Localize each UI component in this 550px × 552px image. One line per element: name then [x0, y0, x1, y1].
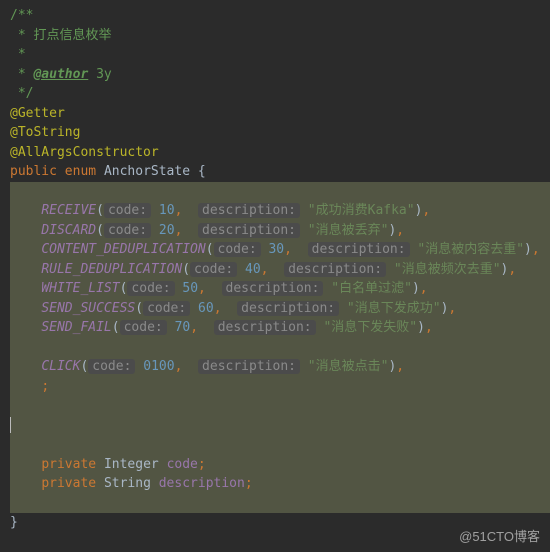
comment-close: */ — [10, 84, 550, 104]
enum-discard: DISCARD(code: 20, description: "消息被丢弃"), — [10, 221, 550, 241]
enum-declaration: public enum AnchorState { — [10, 162, 550, 182]
highlighted-block: RECEIVE(code: 10, description: "成功消费Kafk… — [10, 182, 550, 514]
enum-whitelist: WHITE_LIST(code: 50, description: "白名单过滤… — [10, 279, 550, 299]
watermark-text: @51CTO博客 — [459, 527, 540, 547]
comment-open: /** — [10, 6, 550, 26]
enum-receive: RECEIVE(code: 10, description: "成功消费Kafk… — [10, 201, 550, 221]
comment-author: * @author 3y — [10, 65, 550, 85]
annotation-allargs: @AllArgsConstructor — [10, 143, 550, 163]
field-description: private String description; — [10, 474, 550, 494]
enum-send-fail: SEND_FAIL(code: 70, description: "消息下发失败… — [10, 318, 550, 338]
enum-click: CLICK(code: 0100, description: "消息被点击"), — [10, 357, 550, 377]
enum-rule-dedup: RULE_DEDUPLICATION(code: 40, description… — [10, 260, 550, 280]
field-code: private Integer code; — [10, 455, 550, 475]
comment-desc: * 打点信息枚举 — [10, 26, 550, 46]
enum-content-dedup: CONTENT_DEDUPLICATION(code: 30, descript… — [10, 240, 550, 260]
code-editor[interactable]: /** * 打点信息枚举 * * @author 3y */ @Getter @… — [0, 0, 550, 539]
annotation-tostring: @ToString — [10, 123, 550, 143]
enum-terminator: ; — [10, 377, 550, 397]
comment-empty: * — [10, 45, 550, 65]
annotation-getter: @Getter — [10, 104, 550, 124]
enum-send-success: SEND_SUCCESS(code: 60, description: "消息下… — [10, 299, 550, 319]
caret-line[interactable] — [10, 416, 550, 436]
